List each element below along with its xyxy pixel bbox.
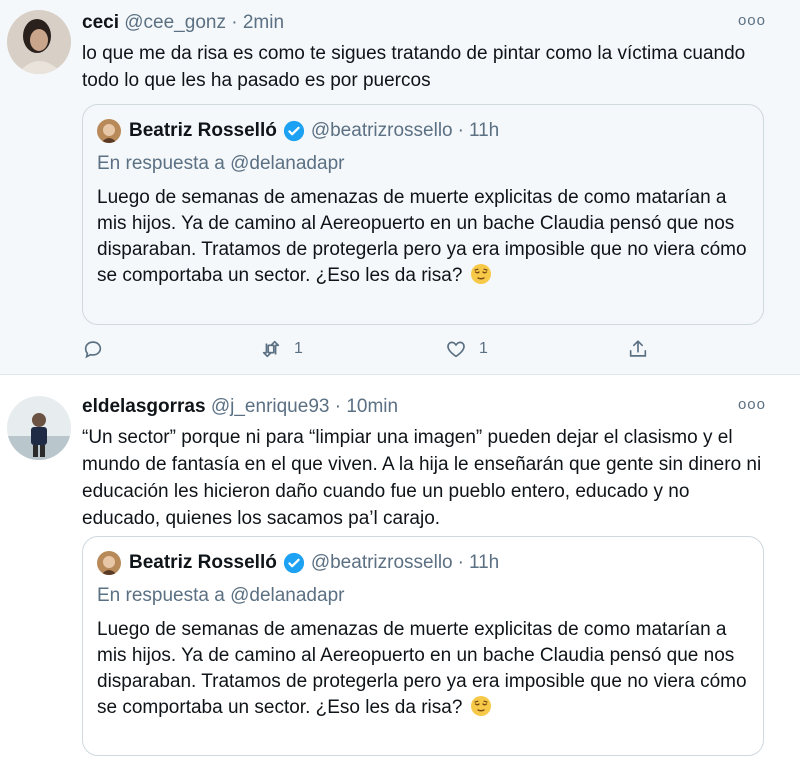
reply-mention: @delanadapr — [230, 585, 345, 606]
avatar[interactable] — [7, 396, 71, 460]
tweet-text: “Un sector” porque ni para “limpiar una … — [82, 427, 762, 529]
quoted-display-name: Beatriz Rosselló — [129, 552, 277, 573]
more-options-icon[interactable]: ooo — [738, 396, 766, 413]
timestamp[interactable]: 10min — [346, 396, 398, 417]
heart-icon — [447, 341, 465, 358]
tweet-card[interactable]: eldelasgorras @j_enrique93 · 10min ooo “… — [0, 376, 800, 770]
separator: · — [457, 120, 464, 141]
tweet-header: eldelasgorras @j_enrique93 · 10min — [82, 396, 398, 418]
like-count: 1 — [479, 340, 488, 357]
like-button[interactable]: 1 — [445, 338, 488, 360]
separator: · — [457, 552, 464, 573]
relieved-face-emoji-icon — [470, 263, 492, 285]
tweet-text: lo que me da risa es como te sigues trat… — [82, 43, 746, 91]
display-name[interactable]: ceci — [82, 12, 119, 33]
reply-mention: @delanadapr — [230, 153, 345, 174]
share-button[interactable] — [627, 338, 649, 360]
quoted-text: Luego de semanas de amenazas de muerte e… — [97, 619, 747, 718]
quoted-tweet-text: Luego de semanas de amenazas de muerte e… — [97, 185, 757, 289]
retweet-count: 1 — [294, 340, 303, 357]
more-options-icon[interactable]: ooo — [738, 12, 766, 29]
retweet-button[interactable]: 1 — [260, 338, 303, 360]
relieved-face-emoji-icon — [470, 695, 492, 717]
user-handle[interactable]: @cee_gonz — [124, 12, 226, 33]
quoted-tweet-text: Luego de semanas de amenazas de muerte e… — [97, 617, 757, 721]
quoted-timestamp: 11h — [468, 120, 500, 141]
quoted-tweet-header: Beatriz Rosselló @beatrizrossello · 11h — [97, 551, 499, 575]
quoted-tweet[interactable]: Beatriz Rosselló @beatrizrossello · 11h … — [82, 536, 764, 756]
tweet-header: ceci @cee_gonz · 2min — [82, 12, 284, 34]
avatar[interactable] — [7, 10, 71, 74]
tweet-actions: 1 1 — [82, 338, 682, 366]
quoted-text: Luego de semanas de amenazas de muerte e… — [97, 187, 747, 286]
quoted-handle: @beatrizrossello — [310, 552, 453, 573]
quoted-display-name: Beatriz Rosselló — [129, 120, 277, 141]
timestamp[interactable]: 2min — [243, 12, 284, 33]
verified-badge-icon — [283, 120, 305, 142]
quoted-tweet[interactable]: Beatriz Rosselló @beatrizrossello · 11h … — [82, 104, 764, 325]
reply-prefix: En respuesta a — [97, 585, 225, 606]
user-handle[interactable]: @j_enrique93 — [211, 396, 330, 417]
tweet-card[interactable]: ceci @cee_gonz · 2min ooo lo que me da r… — [0, 0, 800, 375]
quoted-timestamp: 11h — [468, 552, 500, 573]
reply-context: En respuesta a @delanadapr — [97, 585, 344, 607]
reply-icon — [84, 341, 102, 359]
quoted-avatar — [97, 119, 121, 143]
separator: · — [334, 396, 342, 417]
quoted-avatar — [97, 551, 121, 575]
quoted-handle: @beatrizrossello — [310, 120, 453, 141]
retweet-icon — [262, 340, 280, 358]
verified-badge-icon — [283, 552, 305, 574]
share-icon — [629, 340, 647, 357]
reply-context: En respuesta a @delanadapr — [97, 153, 344, 175]
display-name[interactable]: eldelasgorras — [82, 396, 206, 417]
separator: · — [231, 12, 238, 33]
reply-button[interactable] — [82, 338, 104, 360]
quoted-tweet-header: Beatriz Rosselló @beatrizrossello · 11h — [97, 119, 499, 143]
reply-prefix: En respuesta a — [97, 153, 225, 174]
